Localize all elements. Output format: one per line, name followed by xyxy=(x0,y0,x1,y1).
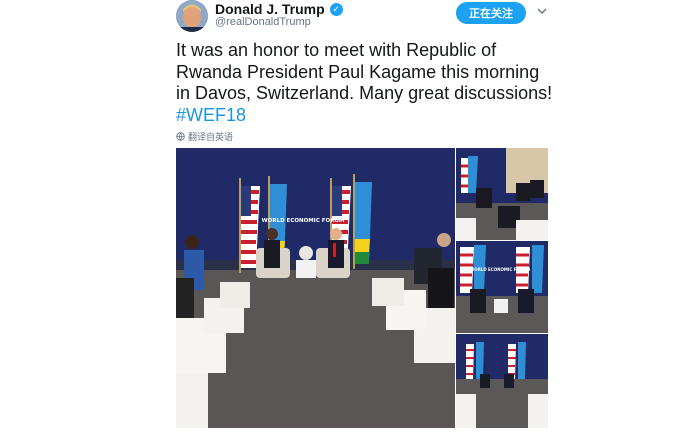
translate-link[interactable]: 翻译自英语 xyxy=(176,130,233,143)
user-handle[interactable]: @realDonaldTrump xyxy=(215,16,311,28)
tweet-text: It was an honor to meet with Republic of… xyxy=(176,40,556,126)
photo-thumb-2[interactable]: WORLD ECONOMIC FORUM xyxy=(456,241,548,333)
chevron-down-icon[interactable] xyxy=(537,6,547,16)
photo-thumb-1[interactable] xyxy=(456,148,548,240)
media-grid: WORLD ECONOMIC FORUM WORLD ECONOMIC FORU… xyxy=(176,148,548,428)
photo-thumb-3[interactable] xyxy=(456,334,548,428)
hashtag-link[interactable]: #WEF18 xyxy=(176,105,246,125)
following-button[interactable]: 正在关注 xyxy=(456,2,526,24)
verified-icon: ✓ xyxy=(329,2,343,16)
translate-label: 翻译自英语 xyxy=(188,133,234,143)
photo-main[interactable]: WORLD ECONOMIC FORUM xyxy=(176,148,455,428)
avatar[interactable] xyxy=(176,0,208,32)
user-name[interactable]: Donald J. Trump xyxy=(215,1,325,17)
banner-text: WORLD ECONOMIC FORUM xyxy=(262,218,345,224)
globe-icon xyxy=(176,132,185,141)
tweet-body: It was an honor to meet with Republic of… xyxy=(176,40,553,103)
banner-text-small: WORLD ECONOMIC FORUM xyxy=(470,267,530,272)
rwanda-flag xyxy=(353,174,372,269)
